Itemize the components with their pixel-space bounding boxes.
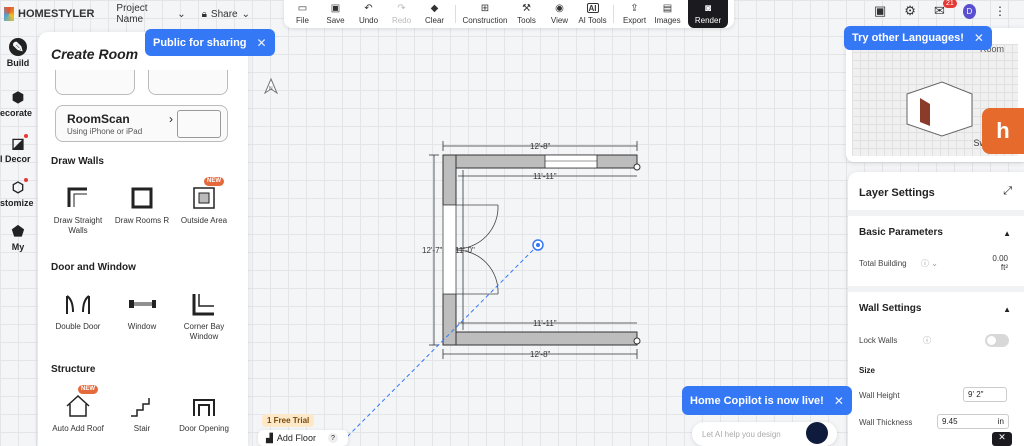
divider: [848, 210, 1024, 216]
dim-label-inner-top: 11'-11": [533, 172, 557, 181]
room-walls: [906, 81, 973, 137]
help-icon[interactable]: ?: [327, 433, 338, 443]
stairs-icon: ▟: [266, 432, 273, 443]
lock-walls-toggle[interactable]: [985, 334, 1009, 347]
dim-label-left: 12'-7": [422, 246, 443, 255]
wall-height-input[interactable]: 9' 2": [963, 387, 1007, 402]
window-opening[interactable]: [544, 154, 598, 169]
add-floor-label: Add Floor: [276, 433, 316, 443]
total-building-value: 0.00 ft²: [992, 254, 1008, 272]
copilot-tooltip-text: Home Copilot is now live!: [690, 394, 824, 407]
door-swing: [455, 204, 499, 250]
languages-tooltip: Try other Languages! ✕: [844, 26, 992, 50]
wall-left-lower[interactable]: [442, 293, 457, 346]
ai-input-placeholder: Let AI help you design: [702, 430, 781, 439]
close-icon[interactable]: ✕: [974, 31, 984, 45]
basic-parameters-title: Basic Parameters: [859, 227, 943, 238]
close-icon[interactable]: ✕: [834, 394, 844, 408]
info-icon[interactable]: ⓘ ⌄: [921, 258, 938, 269]
languages-tooltip-text: Try other Languages!: [852, 32, 964, 44]
wall-top[interactable]: [442, 154, 638, 169]
wall-height-label: Wall Height: [859, 391, 900, 400]
size-label: Size: [859, 366, 876, 375]
dim-label-inner-bottom: 11'-11": [533, 319, 557, 328]
caret-up-icon[interactable]: ▲: [1003, 305, 1011, 314]
wall-left-upper[interactable]: [442, 154, 457, 206]
total-building-number: 0.00: [992, 254, 1008, 263]
wall-settings-title: Wall Settings: [859, 303, 922, 314]
info-icon[interactable]: ⓘ: [923, 335, 931, 346]
dim-label-inner-left: 11'-0": [455, 246, 475, 255]
dim-label-bottom: 12'-8": [530, 350, 551, 359]
homestyler-h-button[interactable]: h: [982, 108, 1024, 154]
wall-bottom[interactable]: [442, 331, 638, 346]
lock-walls-label: Lock Walls: [859, 336, 898, 345]
wall-thickness-unit: in: [997, 417, 1004, 426]
wall-thickness-input[interactable]: 9.45 in: [937, 414, 1009, 429]
total-building-label: Total Building: [859, 259, 907, 268]
h-logo-icon: h: [996, 118, 1010, 143]
dim-label-top: 12'-8": [530, 142, 551, 151]
close-panel-icon[interactable]: ✕: [992, 432, 1012, 446]
divider: [848, 286, 1024, 292]
wall-endpoint[interactable]: [633, 337, 641, 345]
copilot-avatar-icon[interactable]: [806, 422, 828, 444]
layer-settings-panel: Layer Settings ⤢ Basic Parameters ▲ Tota…: [848, 172, 1024, 446]
expand-icon[interactable]: ⤢: [1003, 185, 1012, 198]
wall-thickness-label: Wall Thickness: [859, 418, 913, 427]
free-trial-badge[interactable]: 1 Free Trial: [262, 414, 315, 427]
wall-endpoint[interactable]: [633, 163, 641, 171]
caret-up-icon[interactable]: ▲: [1003, 229, 1011, 238]
add-floor-button[interactable]: ▟ Add Floor?: [258, 430, 348, 446]
layer-settings-title: Layer Settings: [859, 187, 935, 199]
door-swing: [455, 249, 499, 295]
total-building-unit: ft²: [1000, 263, 1008, 272]
copilot-tooltip: Home Copilot is now live! ✕: [682, 386, 852, 415]
drawing-cursor-dot: [536, 243, 540, 247]
wall-thickness-value: 9.45: [942, 417, 958, 426]
